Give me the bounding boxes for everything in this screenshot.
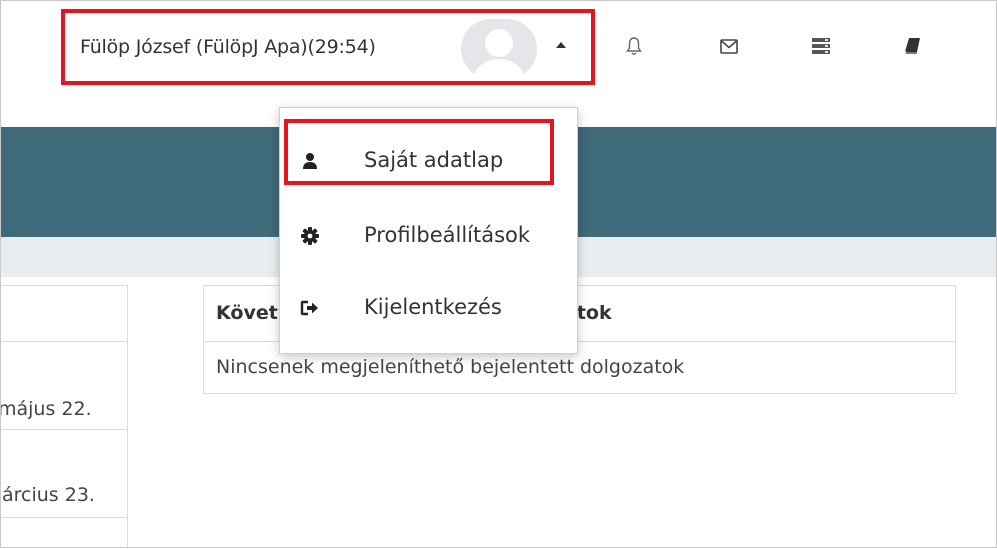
- menu-item-label: Profilbeállítások: [364, 223, 531, 247]
- user-dropdown-menu: Saját adatlap Profilbeállítások Kijelent…: [279, 107, 578, 354]
- list-item-date: május 22.: [0, 398, 92, 420]
- row-divider: [0, 341, 127, 342]
- server-icon[interactable]: [812, 38, 830, 59]
- menu-item-label: Kijelentkezés: [364, 295, 502, 319]
- table-header-label: Követ: [216, 302, 278, 324]
- row-divider: [0, 517, 127, 518]
- left-list-panel: május 22. árcius 23.: [0, 285, 128, 549]
- book-icon[interactable]: [905, 37, 921, 59]
- menu-item-highlight: [284, 119, 554, 185]
- caret-up-icon[interactable]: [556, 42, 566, 48]
- bell-icon[interactable]: [626, 36, 642, 60]
- avatar-placeholder-icon[interactable]: [461, 19, 537, 79]
- top-navbar: Fülöp József (FülöpJ Apa)(29:54): [0, 0, 997, 107]
- row-divider: [0, 429, 127, 430]
- list-item-date: árcius 23.: [2, 484, 95, 506]
- user-name[interactable]: Fülöp József (FülöpJ Apa)(29:54): [80, 36, 376, 58]
- envelope-icon[interactable]: [720, 39, 738, 58]
- menu-item-logout[interactable]: Kijelentkezés: [280, 278, 577, 338]
- menu-item-profile-settings[interactable]: Profilbeállítások: [280, 206, 577, 266]
- sign-out-icon: [300, 298, 320, 318]
- empty-table-message: Nincsenek megjeleníthető bejelentett dol…: [216, 356, 685, 378]
- gear-icon: [300, 226, 320, 246]
